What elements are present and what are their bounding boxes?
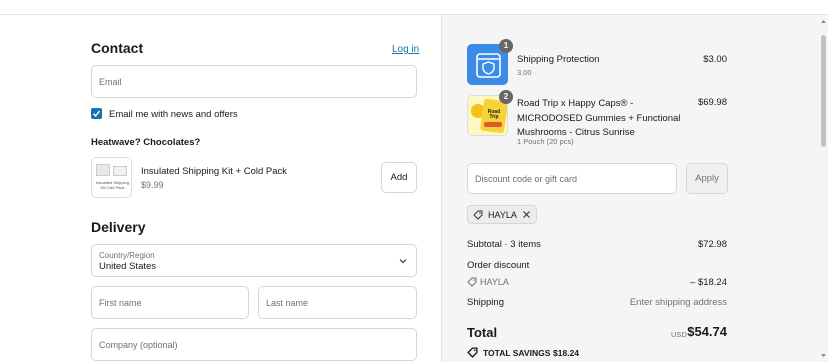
upsell-product-name: Insulated Shipping Kit + Cold Pack [141, 166, 288, 177]
total-savings-value: $18.24 [553, 348, 579, 358]
upsell-thumb-caption: Insulated Shipping Kit Cold Pack [96, 180, 129, 190]
tag-icon [473, 210, 483, 220]
item-qty-badge: 1 [499, 39, 513, 53]
discount-placeholder: Discount code or gift card [475, 174, 578, 184]
order-summary: 1 Shipping Protection 3.00 $3.00 Road Tr… [441, 15, 828, 362]
last-name-placeholder: Last name [266, 298, 309, 308]
upsell-heading: Heatwave? Chocolates? [91, 137, 201, 148]
company-placeholder: Company (optional) [99, 340, 178, 350]
shield-icon [476, 53, 501, 78]
discount-value: – $18.24 [690, 277, 727, 288]
applied-code-label: HAYLA [488, 209, 517, 220]
item-qty-badge: 2 [499, 90, 513, 104]
newsletter-label: Email me with news and offers [109, 109, 238, 120]
item-name: Shipping Protection [517, 54, 600, 65]
item-name: Road Trip x Happy Caps® - MICRODOSED Gum… [517, 98, 681, 138]
email-field[interactable]: Email [91, 65, 417, 98]
last-name-field[interactable]: Last name [258, 286, 417, 319]
tag-icon [467, 277, 477, 287]
country-label: Country/Region [99, 251, 155, 260]
shipping-label: Shipping [467, 297, 504, 308]
discount-code-label: HAYLA [480, 277, 509, 287]
total-value: $54.74 [687, 324, 727, 339]
applied-discount-tag: HAYLA [467, 205, 537, 224]
country-select[interactable]: Country/Region United States [91, 244, 417, 277]
item-price: $3.00 [703, 54, 727, 65]
upsell-product-price: $9.99 [141, 180, 164, 190]
checkmark-icon [92, 110, 101, 117]
delivery-heading: Delivery [91, 219, 146, 235]
company-field[interactable]: Company (optional) [91, 328, 417, 361]
checkout-form: Contact Log in Email Email me with news … [0, 15, 441, 362]
add-upsell-button[interactable]: Add [381, 162, 417, 193]
subtotal-value: $72.98 [697, 239, 727, 250]
discount-code-field[interactable]: Discount code or gift card [467, 163, 677, 194]
page-scrollbar[interactable] [821, 35, 826, 147]
country-value: United States [99, 261, 157, 272]
login-link[interactable]: Log in [392, 44, 419, 55]
shipping-value: Enter shipping address [629, 297, 727, 308]
top-bar [0, 0, 828, 15]
apply-discount-button[interactable]: Apply [686, 163, 728, 194]
order-discount-label: Order discount [467, 260, 530, 271]
item-price: $69.98 [697, 97, 727, 108]
gummies-thumb-label: Road Trip [487, 109, 501, 120]
remove-discount-icon[interactable] [522, 210, 531, 219]
subtotal-label: Subtotal · 3 items [467, 239, 541, 250]
upsell-product-thumbnail: Insulated Shipping Kit Cold Pack [91, 157, 132, 198]
chevron-down-icon [399, 259, 407, 264]
total-savings-label: TOTAL SAVINGS [483, 348, 551, 358]
total-label: Total [467, 325, 498, 340]
first-name-field[interactable]: First name [91, 286, 249, 319]
email-placeholder: Email [99, 77, 122, 87]
item-variant: 1 Pouch (20 pcs) [517, 137, 574, 146]
first-name-placeholder: First name [99, 298, 142, 308]
scroll-down-icon[interactable] [820, 352, 827, 359]
savings-tag-icon [467, 347, 478, 358]
contact-heading: Contact [91, 40, 144, 56]
currency-label: USD [671, 330, 687, 339]
item-variant: 3.00 [517, 68, 532, 77]
newsletter-checkbox[interactable] [91, 108, 102, 119]
scroll-up-icon[interactable] [820, 18, 827, 25]
